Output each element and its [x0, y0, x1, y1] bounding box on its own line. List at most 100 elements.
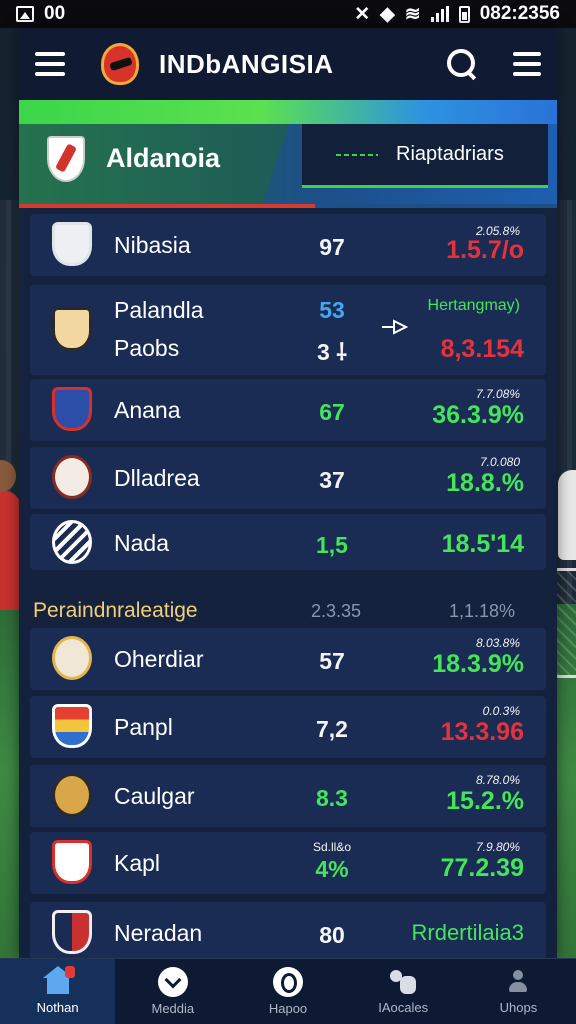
person-icon — [503, 968, 533, 996]
nav-shops[interactable]: Uhops — [461, 959, 576, 1024]
team-score: 67 — [319, 399, 345, 425]
team-score: 4% — [315, 856, 349, 882]
featured-banner: Aldanoia Riaptadriars — [19, 100, 557, 208]
team-badge-icon — [52, 910, 92, 954]
gallery-icon — [16, 6, 34, 22]
team-percentage: 18.8.% — [446, 469, 524, 497]
team-badge-icon — [52, 520, 92, 564]
goal-net-image — [554, 568, 576, 678]
team-score: 53 — [319, 297, 345, 323]
team-name: Caulgar — [114, 783, 195, 809]
table-row[interactable]: Dlladrea 37 7.0.080 18.8.% — [30, 447, 546, 509]
search-icon[interactable] — [445, 47, 479, 81]
team-name: Anana — [114, 397, 181, 423]
team-percentage: 15.2.% — [446, 787, 524, 815]
section-value-2: 1,1.18% — [449, 601, 516, 621]
team-meta: 8.03.8% — [475, 636, 520, 650]
team-score: 80 — [319, 922, 345, 948]
team-badge-icon — [52, 840, 92, 884]
team-meta: 8.78.0% — [475, 773, 520, 787]
team-badge-icon — [52, 773, 92, 817]
team-score-caption: Sd.ll&o — [312, 840, 352, 854]
team-badge-icon — [52, 222, 92, 266]
team-name-secondary: Paobs — [114, 335, 180, 361]
team-score: 97 — [319, 234, 345, 260]
team-name: Neradan — [114, 920, 203, 946]
nav-label: Hapoo — [268, 1001, 308, 1016]
team-badge-icon — [52, 455, 92, 499]
team-percentage: Rrdertilaia3 — [411, 920, 525, 945]
location-icon: ◆ — [380, 3, 395, 25]
team-percentage: 77.2.39 — [440, 854, 524, 882]
hamburger-menu-icon[interactable] — [35, 52, 65, 76]
player-right-image — [558, 470, 576, 560]
status-time: 082:2356 — [479, 3, 560, 24]
table-row[interactable]: Caulgar 8.3 8.78.0% 15.2.% — [30, 765, 546, 827]
nav-locales[interactable]: IAocales — [346, 959, 461, 1024]
team-percentage: 8,3.154 — [440, 335, 524, 363]
team-score: 7,2 — [316, 716, 348, 742]
table-row[interactable]: Nada 1,5 18.5'14 — [30, 514, 546, 570]
team-meta: 0.0.3% — [482, 704, 520, 718]
table-row[interactable]: Anana 67 7.7.08% 36.3.9% — [30, 379, 546, 441]
notification-badge — [64, 966, 75, 978]
team-flag-icon — [47, 136, 85, 182]
arrow-right-icon[interactable] — [380, 317, 410, 337]
mute-icon: ✕ — [354, 3, 371, 25]
status-left-text: 00 — [44, 3, 66, 24]
table-row[interactable]: Nibasia 97 2.05.8% 1.5.7/o — [30, 214, 546, 276]
status-bar: 00 ✕ ◆ ≋ 082:2356 — [0, 0, 576, 28]
team-meta: 7.9.80% — [475, 840, 520, 854]
team-percentage: 18.3.9% — [432, 650, 524, 678]
team-score: 8.3 — [316, 785, 348, 811]
team-percentage: 13.3.96 — [440, 718, 524, 746]
team-name: Panpl — [114, 714, 173, 740]
team-badge-icon — [52, 704, 92, 748]
app-title: INDbANGISIA — [159, 48, 334, 79]
team-name: Nibasia — [114, 232, 191, 258]
nav-label: Uhops — [499, 1000, 538, 1015]
table-row[interactable]: Oherdiar 57 8.03.8% 18.3.9% — [30, 628, 546, 690]
table-row[interactable]: Neradan 80 Rrdertilaia3 — [30, 902, 546, 964]
section-value-1: 2.3.35 — [311, 601, 362, 621]
team-badge-icon — [52, 636, 92, 680]
club-logo — [101, 43, 139, 85]
banner-tab-label: Riaptadriars — [396, 143, 504, 165]
team-percentage: 36.3.9% — [432, 401, 524, 429]
team-score: 37 — [319, 467, 345, 493]
team-name: Oherdiar — [114, 646, 204, 672]
banner-team-name: Aldanoia — [106, 143, 221, 173]
banner-stripe — [19, 100, 557, 124]
people-icon — [388, 968, 418, 996]
team-percentage: 18.5'14 — [441, 530, 524, 558]
table-row[interactable]: Kapl Sd.ll&o 4% 7.9.80% 77.2.39 — [30, 832, 546, 894]
team-badge-icon — [52, 387, 92, 431]
nav-label: IAocales — [378, 1000, 429, 1015]
banner-tab[interactable]: Riaptadriars — [302, 124, 548, 188]
home-icon — [42, 966, 75, 996]
bottom-navigation: Nothan Meddia Hapoo IAocales Uhops — [0, 958, 576, 1024]
nav-home[interactable]: Nothan — [0, 959, 116, 1024]
banner-underline — [19, 204, 557, 208]
section-heading: Peraindnraleatige — [33, 599, 198, 622]
team-name: Dlladrea — [114, 465, 200, 491]
team-name: Nada — [114, 530, 169, 556]
team-score: 57 — [319, 648, 345, 674]
signal-icon — [430, 6, 449, 22]
nav-media[interactable]: Meddia — [115, 959, 230, 1024]
table-row[interactable]: Panpl 7,2 0.0.3% 13.3.96 — [30, 696, 546, 758]
battery-icon — [458, 5, 470, 23]
team-name: Palandla — [114, 297, 204, 323]
chevron-circle-icon — [157, 967, 188, 997]
nav-hapoo[interactable]: Hapoo — [230, 959, 345, 1024]
table-row[interactable]: Palandla Paobs 53 3 ⸸ Hertangmay) 8,3.15… — [30, 285, 546, 375]
ring-circle-icon — [273, 967, 303, 997]
team-meta: Hertangmay) — [427, 297, 520, 314]
nav-label: Meddia — [151, 1001, 195, 1016]
dashed-line-icon — [336, 153, 378, 156]
team-meta: 7.7.08% — [475, 387, 520, 401]
app-window: INDbANGISIA Aldanoia Riaptadriars Nibasi… — [19, 28, 557, 964]
list-menu-icon[interactable] — [513, 52, 541, 76]
wifi-icon: ≋ — [404, 3, 421, 25]
nav-label: Nothan — [36, 1000, 79, 1015]
